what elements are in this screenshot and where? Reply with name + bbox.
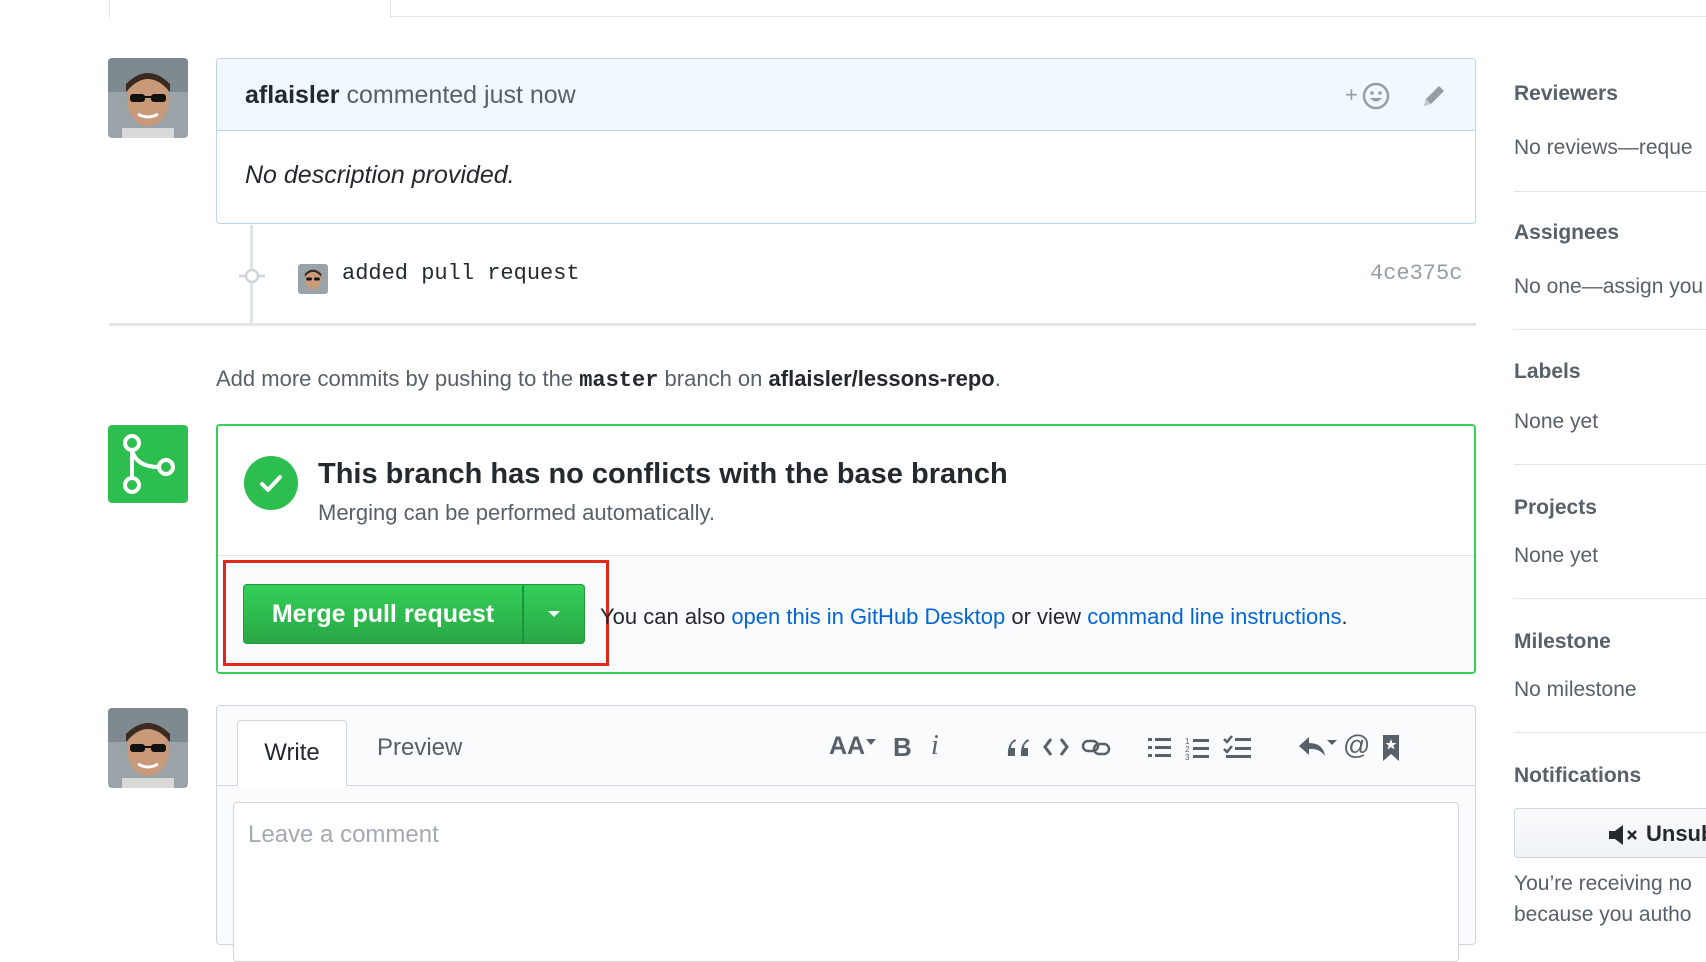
new-comment-form: Write Preview AA B i 123 @ Leave a comme… <box>216 705 1476 962</box>
bookmark-icon[interactable] <box>1381 734 1401 769</box>
comment-title: aflaisler commented just now <box>245 81 576 110</box>
merge-status-header: This branch has no conflicts with the ba… <box>218 426 1474 556</box>
merge-status-title: This branch has no conflicts with the ba… <box>318 458 1008 490</box>
comment-body: No description provided. <box>245 161 515 189</box>
italic-icon[interactable]: i <box>931 730 939 762</box>
milestone-value: No milestone <box>1514 678 1637 701</box>
check-icon <box>244 456 298 510</box>
alt-prefix: You can also <box>600 604 726 629</box>
quote-icon[interactable] <box>1005 736 1031 767</box>
link-icon[interactable] <box>1081 736 1111 765</box>
milestone-heading[interactable]: Milestone <box>1514 630 1611 654</box>
code-icon[interactable] <box>1043 736 1069 765</box>
avatar[interactable] <box>108 58 188 138</box>
notification-reason-line2: because you autho <box>1514 903 1692 926</box>
open-github-desktop-link[interactable]: open this in GitHub Desktop <box>731 604 1005 629</box>
alt-middle: or view <box>1011 604 1082 629</box>
tabs-divider <box>217 785 1475 786</box>
unsubscribe-button[interactable]: Unsub <box>1514 808 1706 858</box>
bold-icon[interactable]: B <box>893 732 912 763</box>
add-commits-hint: Add more commits by pushing to the maste… <box>216 366 1001 393</box>
projects-heading[interactable]: Projects <box>1514 496 1597 520</box>
hint-prefix: Add more commits by pushing to the <box>216 366 574 391</box>
ordered-list-icon[interactable]: 123 <box>1185 736 1211 769</box>
list-icon[interactable] <box>1147 736 1173 767</box>
comment-placeholder: Leave a comment <box>248 821 439 848</box>
mute-icon <box>1607 823 1641 852</box>
git-merge-icon <box>108 425 188 503</box>
current-user-avatar[interactable] <box>108 708 188 788</box>
assignees-heading[interactable]: Assignees <box>1514 221 1619 245</box>
reviewers-heading[interactable]: Reviewers <box>1514 82 1618 106</box>
projects-value: None yet <box>1514 544 1599 567</box>
tab-gap <box>238 785 346 787</box>
svg-text:+: + <box>1345 82 1358 107</box>
smiley-icon[interactable]: + <box>1345 81 1391 116</box>
sidebar-divider <box>1514 464 1706 465</box>
sidebar-divider <box>1514 732 1706 733</box>
comment-action: commented just now <box>346 81 576 109</box>
commit-message[interactable]: added pull request <box>342 261 580 286</box>
merge-status-subtitle: Merging can be performed automatically. <box>318 500 716 525</box>
commit-sha[interactable]: 4ce375c <box>1370 261 1462 286</box>
timeline-end-divider <box>109 323 1476 326</box>
pr-description-comment: aflaisler commented just now + No descri… <box>216 58 1476 224</box>
command-line-instructions-link[interactable]: command line instructions <box>1087 604 1341 629</box>
merge-alternatives-text: You can also open this in GitHub Desktop… <box>600 604 1348 630</box>
reply-icon[interactable] <box>1297 734 1339 767</box>
labels-heading[interactable]: Labels <box>1514 360 1581 384</box>
sidebar-divider <box>1514 329 1706 330</box>
sidebar-divider <box>1514 598 1706 599</box>
highlight-box <box>223 560 609 666</box>
commit-author-avatar[interactable] <box>298 264 328 294</box>
tab-preview[interactable]: Preview <box>377 734 462 762</box>
hint-suffix: . <box>994 366 1001 391</box>
repo-name: aflaisler/lessons-repo <box>768 366 995 391</box>
comment-author[interactable]: aflaisler <box>245 81 340 109</box>
labels-value: None yet <box>1514 410 1599 433</box>
unsubscribe-label: Unsub <box>1646 821 1706 846</box>
notification-reason-line1: You’re receiving no <box>1514 872 1692 895</box>
alt-suffix: . <box>1341 604 1348 629</box>
pencil-icon[interactable] <box>1421 83 1447 114</box>
assignees-value: No one—assign you <box>1514 275 1704 298</box>
tab-write[interactable]: Write <box>237 720 347 786</box>
header-icon-label: AA <box>829 732 866 760</box>
git-commit-icon <box>239 266 265 291</box>
notifications-heading: Notifications <box>1514 764 1642 787</box>
header-icon[interactable]: AA <box>829 732 877 761</box>
comment-textarea[interactable]: Leave a comment <box>233 802 1459 962</box>
tasklist-icon[interactable] <box>1223 734 1253 767</box>
svg-text:3: 3 <box>1185 753 1190 762</box>
mention-icon[interactable]: @ <box>1343 730 1370 761</box>
branch-name: master <box>579 368 659 393</box>
reviewers-value: No reviews—reque <box>1514 136 1693 159</box>
sidebar-divider <box>1514 191 1706 192</box>
hint-middle: branch on <box>664 366 763 391</box>
previous-tab <box>109 0 391 18</box>
comment-header: aflaisler commented just now + <box>217 59 1475 131</box>
tab-divider <box>391 16 1706 17</box>
